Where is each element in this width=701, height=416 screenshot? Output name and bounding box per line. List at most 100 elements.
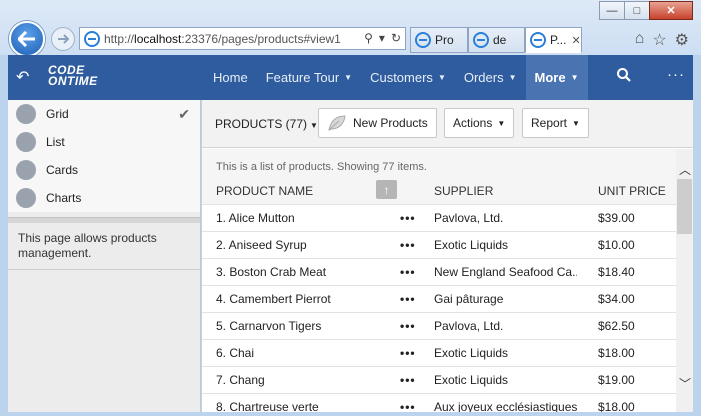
actions-button[interactable]: Actions ▼ <box>444 108 515 138</box>
row-actions-icon[interactable]: ••• <box>400 292 416 306</box>
favorites-star-icon[interactable]: ☆ <box>652 30 666 50</box>
table-row[interactable]: 8. Chartreuse verte ••• Aux joyeux ecclési… <box>202 393 676 412</box>
table-row[interactable]: 1. Alice Mutton ••• Pavlova, Ltd. $39.00 <box>202 204 676 231</box>
row-actions-icon[interactable]: ••• <box>400 373 416 387</box>
menu-label: Feature Tour <box>265 70 340 85</box>
search-icon[interactable]: ⚲ <box>364 31 373 45</box>
unit-price-cell: $34.00 <box>598 292 635 306</box>
view-selector[interactable]: PRODUCTS (77) ▼ <box>215 117 318 131</box>
grid-description: This is a list of products. Showing 77 i… <box>216 161 427 173</box>
sidebar: Grid ✔ List Cards Charts This page allow… <box>8 100 201 412</box>
row-actions-icon[interactable]: ••• <box>400 238 416 252</box>
leaf-icon <box>328 115 346 131</box>
app-more-icon[interactable]: ··· <box>667 66 685 83</box>
product-name-cell: 6. Chai <box>216 346 255 360</box>
sort-ascending-icon[interactable]: ↑ <box>376 180 397 199</box>
scroll-down-icon[interactable]: ﹀ <box>679 375 691 392</box>
caret-down-icon: ▼ <box>497 118 506 128</box>
browser-toolbar-icons: ⌂ ☆ ⚙ <box>635 30 689 50</box>
unit-price-cell: $10.00 <box>598 238 635 252</box>
menu-customers[interactable]: Customers ▼ <box>361 55 455 100</box>
close-tab-icon[interactable]: ✕ <box>571 34 580 47</box>
menu-label: Home <box>213 70 248 85</box>
row-actions-icon[interactable]: ••• <box>400 346 416 360</box>
browser-tab-2[interactable]: de <box>468 27 525 53</box>
table-row[interactable]: 5. Carnarvon Tigers ••• Pavlova, Ltd. $62.5… <box>202 312 676 339</box>
app-header: ↶ CODE ONTIME Home Feature Tour ▼ Custome… <box>8 55 693 100</box>
menu-label: Customers <box>370 70 433 85</box>
tab-label: de <box>493 33 507 47</box>
unit-price-cell: $18.00 <box>598 400 635 412</box>
view-grid[interactable]: Grid ✔ <box>8 100 200 128</box>
view-cards[interactable]: Cards <box>8 156 200 184</box>
button-label: Report <box>531 116 568 130</box>
tab-label: Pro <box>435 33 454 47</box>
settings-gear-icon[interactable]: ⚙ <box>675 30 689 50</box>
cards-icon <box>16 160 36 180</box>
row-actions-icon[interactable]: ••• <box>400 400 416 412</box>
row-actions-icon[interactable]: ••• <box>400 319 416 333</box>
view-label: List <box>46 135 65 149</box>
menu-more[interactable]: More ▼ <box>525 55 588 100</box>
product-name-cell: 7. Chang <box>216 373 265 387</box>
product-name-cell: 8. Chartreuse verte <box>216 400 319 412</box>
products-grid: This is a list of products. Showing 77 i… <box>202 149 676 412</box>
home-icon[interactable]: ⌂ <box>635 30 645 50</box>
view-title: PRODUCTS (77) <box>215 117 308 131</box>
vertical-scrollbar[interactable]: ︿ ﹀ <box>676 149 693 412</box>
refresh-icon[interactable]: ↻ <box>391 31 401 45</box>
browser-chrome: — □ ✕ http://localhost:23376/pages/produ… <box>0 0 701 57</box>
close-window-button[interactable]: ✕ <box>649 1 693 20</box>
product-name-cell: 4. Camembert Pierrot <box>216 292 331 306</box>
window-controls: — □ ✕ <box>599 1 693 20</box>
view-list[interactable]: List <box>8 128 200 156</box>
row-actions-icon[interactable]: ••• <box>400 211 416 225</box>
browser-tab-3-active[interactable]: P... ✕ <box>525 27 582 53</box>
minimize-button[interactable]: — <box>599 1 625 20</box>
app-search-icon[interactable] <box>616 67 632 86</box>
menu-label: More <box>534 70 566 85</box>
table-row[interactable]: 6. Chai ••• Exotic Liquids $18.00 <box>202 339 676 366</box>
ie-tab-icon <box>473 32 489 48</box>
menu-home[interactable]: Home <box>204 55 257 100</box>
unit-price-cell: $39.00 <box>598 211 635 225</box>
code-on-time-logo[interactable]: CODE ONTIME <box>48 64 98 87</box>
supplier-cell: Pavlova, Ltd. <box>434 211 504 225</box>
table-row[interactable]: 4. Camembert Pierrot ••• Gai pâturage $34.0… <box>202 285 676 312</box>
supplier-cell: Exotic Liquids <box>434 346 509 360</box>
product-name-cell: 2. Aniseed Syrup <box>216 238 307 252</box>
address-bar[interactable]: http://localhost:23376/pages/products#vi… <box>79 27 406 50</box>
table-row[interactable]: 2. Aniseed Syrup ••• Exotic Liquids $10.00 <box>202 231 676 258</box>
report-button[interactable]: Report ▼ <box>522 108 589 138</box>
maximize-button[interactable]: □ <box>624 1 650 20</box>
row-actions-icon[interactable]: ••• <box>400 265 416 279</box>
column-header-supplier[interactable]: SUPPLIER <box>434 184 493 198</box>
unit-price-cell: $62.50 <box>598 319 635 333</box>
column-header-product-name[interactable]: PRODUCT NAME <box>216 184 313 198</box>
url-text: http://localhost:23376/pages/products#vi… <box>104 31 341 46</box>
caret-down-icon: ▼ <box>344 73 353 82</box>
app-back-icon[interactable]: ↶ <box>16 67 29 87</box>
browser-tab-1[interactable]: Pro <box>410 27 468 53</box>
forward-button[interactable] <box>51 27 75 51</box>
caret-down-icon: ▼ <box>508 73 517 82</box>
menu-feature-tour[interactable]: Feature Tour ▼ <box>257 55 361 100</box>
ie-tab-icon <box>530 32 546 48</box>
main-content: PRODUCTS (77) ▼ New Products Actions ▼ Rep… <box>202 100 693 412</box>
ie-tab-icon <box>415 32 431 48</box>
scroll-thumb[interactable] <box>677 179 692 234</box>
table-row[interactable]: 3. Boston Crab Meat ••• New England Seafoo… <box>202 258 676 285</box>
new-products-button[interactable]: New Products <box>318 108 437 138</box>
back-button[interactable] <box>9 21 45 57</box>
forward-arrow-icon <box>58 34 69 44</box>
scroll-up-icon[interactable]: ︿ <box>679 161 691 178</box>
address-icons: ⚲ ▾ ↻ <box>364 31 401 45</box>
supplier-cell: New England Seafood Ca... <box>434 265 577 279</box>
supplier-cell: Pavlova, Ltd. <box>434 319 504 333</box>
menu-orders[interactable]: Orders ▼ <box>455 55 526 100</box>
column-header-unit-price[interactable]: UNIT PRICE <box>598 184 666 198</box>
table-row[interactable]: 7. Chang ••• Exotic Liquids $19.00 <box>202 366 676 393</box>
view-toolbar: PRODUCTS (77) ▼ New Products Actions ▼ Rep… <box>202 100 693 148</box>
view-charts[interactable]: Charts <box>8 184 200 212</box>
dropdown-icon[interactable]: ▾ <box>379 31 385 45</box>
